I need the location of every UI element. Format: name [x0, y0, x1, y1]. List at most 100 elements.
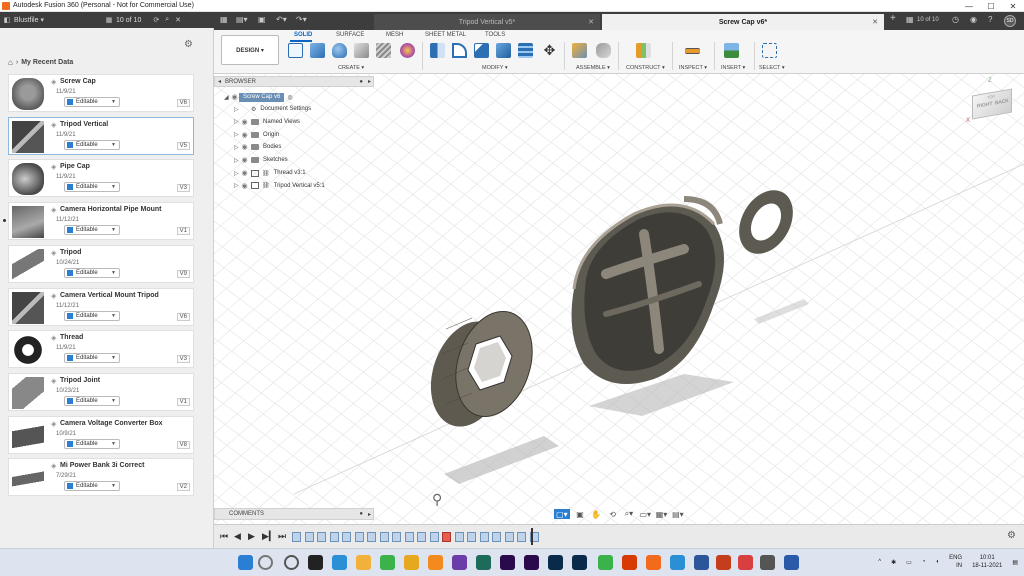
file-explorer-icon[interactable]	[356, 555, 371, 570]
windows-start-icon[interactable]	[238, 555, 253, 570]
new-component-icon[interactable]	[572, 43, 587, 58]
form-icon[interactable]	[400, 43, 415, 58]
timeline-feature-icon[interactable]	[329, 532, 339, 542]
avatar[interactable]: SD	[1004, 15, 1016, 27]
step-forward-icon[interactable]: ▶▎	[262, 531, 276, 542]
close-tab-icon[interactable]: ✕	[588, 18, 594, 26]
notification-icon[interactable]: ◉	[970, 15, 977, 24]
press-pull-icon[interactable]	[430, 43, 445, 58]
timeline-feature-icon[interactable]	[492, 532, 501, 542]
move-icon[interactable]: ✥	[542, 43, 557, 58]
combine-icon[interactable]	[518, 43, 533, 58]
timeline-feature-icon[interactable]	[429, 532, 439, 542]
version-badge[interactable]: V3	[176, 184, 190, 193]
insert-group-label[interactable]: INSERT ▾	[721, 65, 745, 71]
browser-node-label[interactable]: Thread v3:1	[274, 170, 306, 176]
step-back-icon[interactable]: ◀	[234, 531, 241, 542]
timeline-feature-icon[interactable]	[379, 532, 389, 542]
pattern-icon[interactable]	[376, 43, 391, 58]
modify-group-label[interactable]: MODIFY ▾	[482, 65, 508, 71]
office-icon[interactable]	[622, 555, 637, 570]
minimize-button[interactable]: —	[958, 0, 980, 12]
vlc-icon[interactable]	[428, 555, 443, 570]
task-view-icon[interactable]	[284, 555, 299, 570]
jobs-icon[interactable]: ▦	[104, 16, 114, 24]
purple-app-icon[interactable]	[452, 555, 467, 570]
browser-node-label[interactable]: Tripod Vertical v5:1	[274, 183, 325, 189]
lightroom-icon[interactable]	[572, 555, 587, 570]
washer-body[interactable]	[728, 181, 804, 264]
file-thumbnail[interactable]	[12, 163, 44, 196]
permission-dropdown[interactable]: Editable ▼	[64, 481, 120, 492]
speaker-icon[interactable]: ◖	[935, 559, 939, 565]
expand-icon[interactable]: ▸	[368, 78, 371, 85]
tab-sheet-metal[interactable]: SHEET METAL	[425, 32, 466, 38]
chrome-icon[interactable]	[380, 555, 395, 570]
browser-node-label[interactable]: Origin	[263, 132, 279, 138]
chamfer-icon[interactable]	[474, 43, 489, 58]
browser-node[interactable]: ▷ ◉ Sketches	[234, 154, 288, 166]
file-card[interactable]: ◈ Tripod Vertical 11/9/21 Editable ▼ V5	[8, 116, 194, 155]
file-name[interactable]: Tripod Vertical	[60, 121, 108, 128]
browser-node[interactable]: ▷ ◉ ⛓ Tripod Vertical v5:1	[234, 180, 325, 192]
assemble-group-label[interactable]: ASSEMBLE ▾	[576, 65, 610, 71]
measure-icon[interactable]	[685, 48, 700, 54]
tray-chevron-icon[interactable]: ^	[878, 559, 881, 565]
timeline-feature-icon[interactable]	[517, 532, 526, 542]
version-badge[interactable]: V9	[176, 269, 190, 278]
file-name[interactable]: Camera Vertical Mount Tripod	[60, 292, 159, 299]
eye-icon[interactable]: ◉	[230, 93, 239, 101]
file-card[interactable]: ◈ Tripod 10/24/21 Editable ▼ V9	[8, 244, 194, 283]
timeline-feature-icon[interactable]	[304, 532, 314, 542]
version-badge[interactable]: V3	[176, 355, 190, 364]
play-icon[interactable]: ▶	[248, 531, 255, 542]
fusion-app-icon[interactable]	[784, 555, 799, 570]
timeline-feature-icon[interactable]	[404, 532, 414, 542]
revolve-icon[interactable]	[332, 43, 347, 58]
permission-dropdown[interactable]: Editable ▼	[64, 225, 120, 236]
file-card[interactable]: ◈ Tripod Joint 10/23/21 Editable ▼ V1	[8, 372, 194, 411]
file-thumbnail[interactable]	[12, 376, 44, 409]
file-card[interactable]: ◈ Camera Voltage Converter Box 10/9/21 E…	[8, 415, 194, 454]
timeline-feature-icon[interactable]	[454, 532, 464, 542]
select-icon[interactable]	[762, 43, 777, 58]
timeline-feature-icon[interactable]	[467, 532, 476, 542]
grid-icon[interactable]: ▦▾	[655, 509, 668, 519]
timeline-feature-icon[interactable]	[354, 532, 364, 542]
timeline-feature-icon[interactable]	[342, 532, 351, 542]
construct-group-label[interactable]: CONSTRUCT ▾	[626, 65, 665, 71]
home-icon[interactable]: ⌂	[8, 58, 13, 67]
clock[interactable]: 10:01 18-11-2021	[972, 554, 1002, 570]
eye-icon[interactable]: ◉	[240, 182, 249, 190]
offset-plane-icon[interactable]	[636, 43, 651, 58]
powerpoint-icon[interactable]	[716, 555, 731, 570]
pin-icon[interactable]: ●	[359, 79, 363, 85]
file-name[interactable]: Tripod Joint	[60, 377, 100, 384]
file-thumbnail[interactable]	[12, 334, 44, 367]
eye-icon[interactable]: ◉	[240, 156, 249, 164]
wifi-icon[interactable]: ◔	[922, 559, 926, 565]
maximize-button[interactable]: ☐	[980, 0, 1002, 12]
browser-node-label[interactable]: Bodies	[263, 144, 281, 150]
file-card[interactable]: ◈ Screw Cap 11/9/21 Editable ▼ V6	[8, 74, 194, 112]
timeline-feature-icon[interactable]	[392, 532, 401, 542]
cortana-icon[interactable]	[670, 555, 685, 570]
after-effects-icon[interactable]	[524, 555, 539, 570]
permission-dropdown[interactable]: Editable ▼	[64, 353, 120, 364]
close-button[interactable]: ✕	[1002, 0, 1024, 12]
timeline-feature-icon[interactable]	[417, 532, 426, 542]
comments-panel[interactable]: COMMENTS ● ▸	[214, 508, 374, 520]
select-group-label[interactable]: SELECT ▾	[759, 65, 785, 71]
file-name[interactable]: Camera Horizontal Pipe Mount	[60, 206, 162, 213]
search-icon[interactable]: ⌕	[165, 16, 169, 24]
help-icon[interactable]: ?	[988, 15, 992, 24]
browser-node-label[interactable]: Sketches	[263, 157, 288, 163]
game-app-icon[interactable]	[308, 555, 323, 570]
permission-dropdown[interactable]: Editable ▼	[64, 267, 120, 278]
tab-surface[interactable]: SURFACE	[336, 32, 364, 38]
refresh-icon[interactable]: ⟳	[153, 16, 159, 24]
extrude-icon[interactable]	[310, 43, 325, 58]
bluetooth-icon[interactable]: ✱	[891, 559, 896, 566]
file-card[interactable]: ◈ Pipe Cap 11/9/21 Editable ▼ V3	[8, 159, 194, 198]
go-to-start-icon[interactable]: ⏮	[220, 531, 228, 542]
